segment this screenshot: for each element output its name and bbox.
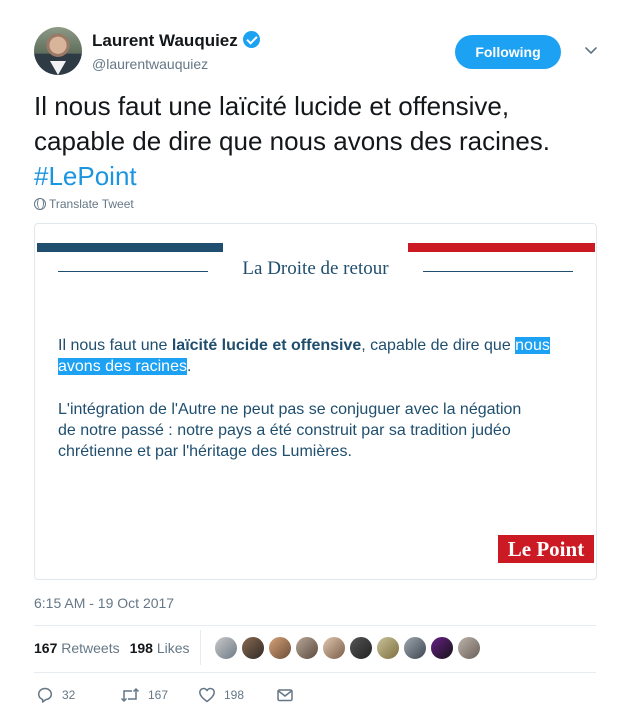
media-quote: Il nous faut une laïcité lucide et offen… — [58, 337, 550, 375]
chevron-down-icon[interactable] — [582, 41, 600, 59]
title-rule-left — [58, 271, 208, 272]
tweet-header: Laurent Wauquiez @laurentwauquiez Follow… — [34, 27, 604, 77]
verified-badge-icon — [242, 31, 260, 48]
like-button[interactable]: 198 — [198, 683, 244, 707]
tweet-media-image[interactable]: La Droite de retour Il nous faut une laï… — [34, 223, 597, 580]
liker-avatar[interactable] — [322, 636, 346, 660]
tweet-timestamp[interactable]: 6:15 AM - 19 Oct 2017 — [34, 595, 174, 611]
user-handle[interactable]: @laurentwauquiez — [92, 56, 208, 72]
liker-avatar[interactable] — [376, 636, 400, 660]
direct-message-button[interactable] — [276, 683, 302, 707]
heart-icon — [199, 687, 215, 703]
blue-bar — [37, 243, 223, 252]
globe-icon — [34, 198, 46, 210]
tweet-text: Il nous faut une laïcité lucide et offen… — [34, 89, 604, 194]
retweets-stat[interactable]: 167 Retweets — [34, 640, 120, 656]
highlight-racines: avons des racines — [58, 358, 187, 375]
likes-stat[interactable]: 198 Likes — [130, 640, 190, 656]
divider-top — [34, 625, 596, 626]
retweet-button[interactable]: 167 — [120, 683, 168, 707]
divider-bottom — [34, 672, 596, 673]
tweet-stats: 167 Retweets 198 Likes — [34, 640, 190, 656]
liker-avatar[interactable] — [349, 636, 373, 660]
following-button[interactable]: Following — [455, 35, 561, 69]
reply-icon — [37, 687, 53, 703]
liker-avatar[interactable] — [430, 636, 454, 660]
user-name[interactable]: Laurent Wauquiez — [92, 31, 260, 51]
envelope-icon — [277, 689, 293, 702]
reply-button[interactable]: 32 — [36, 683, 75, 707]
liker-avatar[interactable] — [295, 636, 319, 660]
media-section-title: La Droite de retour — [242, 258, 389, 279]
highlight-nous: nous — [515, 337, 550, 354]
media-body-text: L'intégration de l'Autre ne peut pas se … — [58, 401, 522, 460]
red-bar — [408, 243, 595, 252]
avatar[interactable] — [34, 27, 82, 75]
liker-avatar[interactable] — [268, 636, 292, 660]
retweet-icon — [120, 687, 140, 703]
translate-tweet-link[interactable]: Translate Tweet — [34, 197, 134, 211]
le-point-logo: Le Point — [498, 535, 594, 563]
liker-avatar[interactable] — [214, 636, 238, 660]
stats-separator — [200, 630, 201, 665]
liker-avatar[interactable] — [403, 636, 427, 660]
title-rule-right — [423, 271, 573, 272]
liker-avatar[interactable] — [241, 636, 265, 660]
liker-avatar[interactable] — [457, 636, 481, 660]
tweet-actions: 32 167 198 — [34, 683, 334, 707]
hashtag-link[interactable]: #LePoint — [34, 159, 604, 194]
